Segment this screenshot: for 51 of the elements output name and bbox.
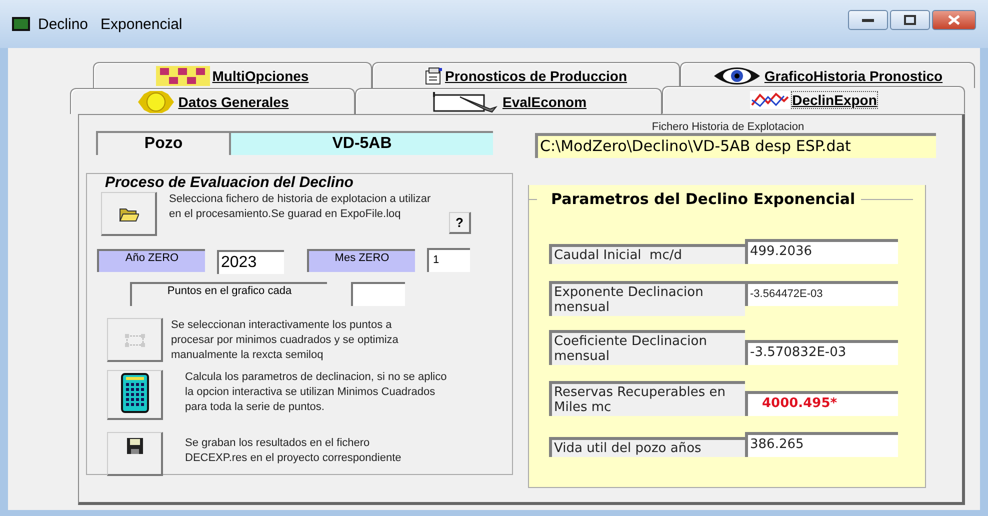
sun-icon (136, 90, 176, 112)
app-icon (12, 17, 30, 31)
parameter-value-field[interactable]: 386.265 (745, 432, 898, 457)
help-button[interactable]: ? (449, 212, 471, 234)
tab[interactable]: Pronosticos de Produccion (372, 62, 680, 88)
action-description: Se seleccionan interactivamente los puntos a procesar por minimos cuadrados y se optimiza manualmente la rexcta semiloq (171, 318, 400, 363)
file-path-field[interactable]: C:\ModZero\Declino\VD-5AB desp ESP.dat (535, 133, 936, 158)
parameter-value-field[interactable]: -3.564472E-03 (745, 281, 898, 306)
close-icon (948, 15, 960, 25)
parameter-label: Caudal Inicial mc/d (549, 244, 745, 264)
eye-icon (712, 64, 762, 86)
maximize-button[interactable] (890, 10, 930, 30)
tab[interactable]: GraficoHistoria Pronostico (680, 62, 975, 88)
tab[interactable]: EvalEconom (355, 88, 662, 114)
parameter-label: Exponente Declinacion mensual (549, 281, 745, 316)
folder-icon (118, 206, 138, 222)
tab[interactable]: MultiOpciones (93, 62, 372, 88)
close-button[interactable] (932, 10, 976, 30)
calculate-button[interactable] (107, 370, 163, 420)
maximize-icon (904, 15, 916, 25)
well-name-field[interactable]: VD-5AB (229, 131, 493, 155)
tab[interactable]: Datos Generales (70, 88, 355, 114)
well-label: Pozo (96, 131, 229, 155)
window-title: Declino Exponencial (38, 16, 182, 32)
action-description: Se graban los resultados en el fichero DECEXP.res en el proyecto correspondiente (185, 436, 402, 466)
minimize-button[interactable] (848, 10, 888, 30)
minimize-icon (862, 18, 874, 22)
points-label: Puntos en el grafico cada (130, 282, 327, 306)
document-icon (424, 66, 443, 84)
parameter-label: Coeficiente Declinacion mensual (549, 330, 745, 365)
tab[interactable]: DeclinExpon (662, 86, 965, 114)
calculator-icon (120, 373, 148, 413)
parameter-value-field[interactable]: 499.2036 (745, 239, 898, 264)
parameter-value-field[interactable]: -3.570832E-03 (745, 340, 898, 365)
parameter-value-field[interactable]: 4000.495* (745, 391, 898, 416)
open-button[interactable] (101, 192, 157, 236)
year-label: Año ZERO (97, 248, 205, 272)
points-field[interactable] (351, 282, 405, 306)
year-field[interactable]: 2023 (217, 250, 284, 274)
file-label: Fichero Historia de Explotacion (650, 121, 806, 133)
month-label: Mes ZERO (307, 248, 415, 272)
squares-icon (156, 66, 210, 86)
group-title: Parametros del Declino Exponencial (550, 190, 856, 208)
save-button[interactable] (107, 432, 163, 476)
line-chart-icon (750, 91, 790, 109)
action-description: Selecciona fichero de historia de explotacion a utilizar en el procesamiento.Se guarad en ExpoFile.loq (169, 192, 432, 222)
action-description: Calcula los parametros de declinacion, si no se aplico la opcion interactiva se utilizan Minimos Cuadrados para toda la serie de puntos. (185, 370, 447, 415)
month-field[interactable]: 1 (427, 248, 470, 272)
parameter-label: Vida util del pozo años (549, 437, 745, 457)
selection-points-icon (122, 332, 146, 348)
parameter-label: Reservas Recuperables en Miles mc (549, 381, 745, 416)
